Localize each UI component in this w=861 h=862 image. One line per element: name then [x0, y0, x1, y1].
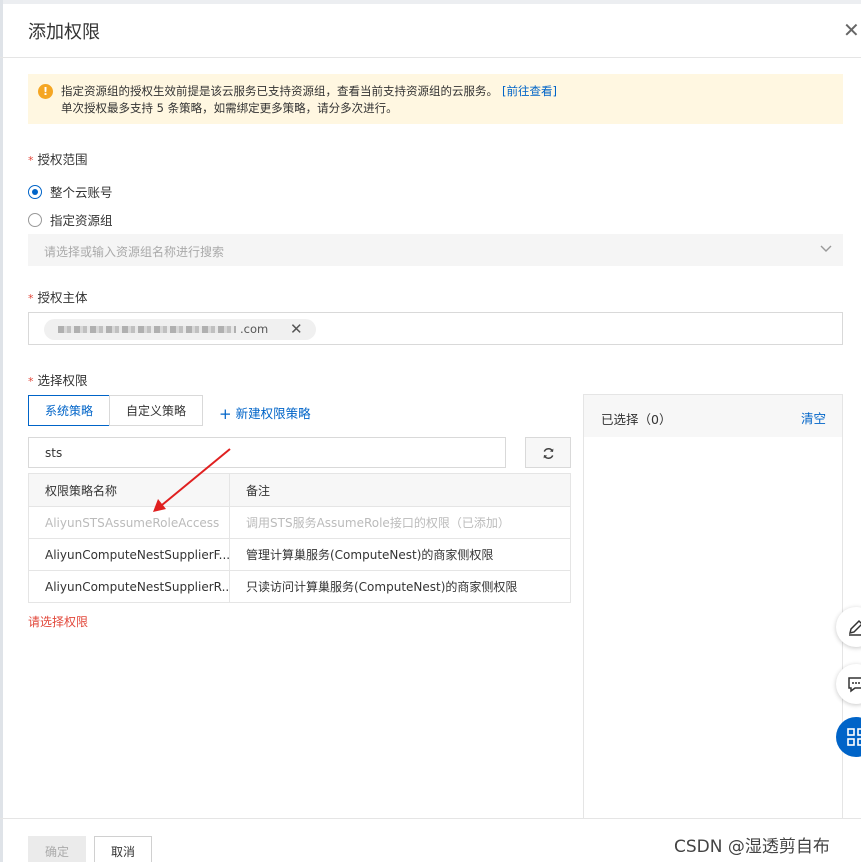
- tag-remove-icon[interactable]: ✕: [290, 320, 303, 338]
- policy-name: AliyunSTSAssumeRoleAccess: [29, 507, 230, 538]
- tab-custom-policy[interactable]: 自定义策略: [109, 395, 203, 426]
- subject-tag-suffix: .com: [240, 322, 269, 336]
- radio-whole-account[interactable]: 整个云账号: [28, 182, 113, 201]
- table-row: AliyunSTSAssumeRoleAccess 调用STS服务AssumeR…: [29, 506, 570, 538]
- subject-tag: .com ✕: [44, 319, 316, 340]
- subject-input[interactable]: .com ✕: [28, 312, 843, 345]
- chevron-down-icon: [820, 245, 832, 252]
- new-policy-label: 新建权限策略: [235, 406, 311, 421]
- table-row[interactable]: AliyunComputeNestSupplierF... 管理计算巢服务(Co…: [29, 538, 570, 570]
- policy-note[interactable]: 管理计算巢服务(ComputeNest)的商家侧权限: [230, 539, 570, 570]
- watermark: CSDN @湿透剪自布: [674, 837, 830, 857]
- scope-label: * 授权范围: [28, 149, 88, 168]
- required-mark: *: [28, 375, 34, 388]
- new-policy-link[interactable]: + 新建权限策略: [219, 403, 311, 423]
- radio-whole-account-label: 整个云账号: [50, 185, 113, 200]
- plus-icon: +: [219, 405, 232, 423]
- required-mark: *: [28, 154, 34, 167]
- left-edge: [0, 0, 3, 862]
- resource-group-placeholder: 请选择或输入资源组名称进行搜索: [44, 245, 225, 259]
- confirm-button[interactable]: 确定: [28, 836, 86, 862]
- view-link[interactable]: [前往查看]: [502, 84, 557, 98]
- apps-icon: [847, 728, 861, 746]
- selected-count: 已选择（0）: [601, 412, 672, 427]
- radio-checked-icon[interactable]: [28, 184, 42, 199]
- annotation-arrow: [153, 448, 231, 512]
- policy-table: 权限策略名称 备注 AliyunSTSAssumeRoleAccess 调用ST…: [28, 473, 571, 603]
- table-header-row: 权限策略名称 备注: [29, 474, 570, 506]
- cancel-button[interactable]: 取消: [94, 836, 152, 862]
- edit-icon: [848, 619, 861, 636]
- policy-note[interactable]: 只读访问计算巢服务(ComputeNest)的商家侧权限: [230, 571, 570, 602]
- table-row[interactable]: AliyunComputeNestSupplierR... 只读访问计算巢服务(…: [29, 570, 570, 602]
- radio-resource-group-label: 指定资源组: [50, 213, 113, 228]
- permission-error-text: 请选择权限: [28, 615, 89, 629]
- permission-label-text: 选择权限: [37, 373, 88, 388]
- feedback-icon: [848, 677, 861, 693]
- radio-resource-group[interactable]: 指定资源组: [28, 210, 113, 229]
- table-header-note: 备注: [246, 483, 271, 498]
- subject-label-text: 授权主体: [37, 290, 88, 305]
- required-mark: *: [28, 292, 34, 305]
- clear-button[interactable]: 清空: [801, 408, 826, 427]
- policy-search-input[interactable]: sts: [28, 437, 506, 468]
- alert-line-1: 指定资源组的授权生效前提是该云服务已支持资源组，查看当前支持资源组的云服务。 [前…: [61, 83, 557, 99]
- subject-label: * 授权主体: [28, 287, 88, 306]
- dialog-title: 添加权限: [28, 22, 100, 43]
- radio-unchecked-icon[interactable]: [28, 212, 42, 227]
- policy-name[interactable]: AliyunComputeNestSupplierF...: [29, 539, 230, 570]
- scope-label-text: 授权范围: [37, 152, 88, 167]
- refresh-icon: [543, 448, 554, 459]
- resource-group-select[interactable]: 请选择或输入资源组名称进行搜索: [28, 234, 843, 266]
- alert-text-1: 指定资源组的授权生效前提是该云服务已支持资源组，查看当前支持资源组的云服务。: [61, 84, 498, 98]
- refresh-button[interactable]: [525, 437, 571, 468]
- warning-icon: !: [38, 84, 53, 99]
- alert-line-2: 单次授权最多支持 5 条策略，如需绑定更多策略，请分多次进行。: [61, 101, 398, 115]
- dialog-header: 添加权限 ✕: [0, 4, 861, 58]
- policy-note: 调用STS服务AssumeRole接口的权限（已添加）: [246, 516, 510, 530]
- table-header-name: 权限策略名称: [29, 474, 230, 506]
- tab-system-policy[interactable]: 系统策略: [28, 395, 110, 426]
- warning-alert: ! 指定资源组的授权生效前提是该云服务已支持资源组，查看当前支持资源组的云服务。…: [28, 74, 843, 124]
- close-icon[interactable]: ✕: [843, 20, 860, 40]
- selected-panel-header: 已选择（0） 清空: [584, 395, 842, 437]
- selected-panel: 已选择（0） 清空: [583, 394, 843, 819]
- permission-label: * 选择权限: [28, 370, 88, 389]
- add-permission-dialog: 添加权限 ✕ ! 指定资源组的授权生效前提是该云服务已支持资源组，查看当前支持资…: [0, 0, 861, 862]
- policy-name[interactable]: AliyunComputeNestSupplierR...: [29, 571, 230, 602]
- policy-search-value: sts: [45, 446, 63, 460]
- redacted-account: [58, 326, 236, 333]
